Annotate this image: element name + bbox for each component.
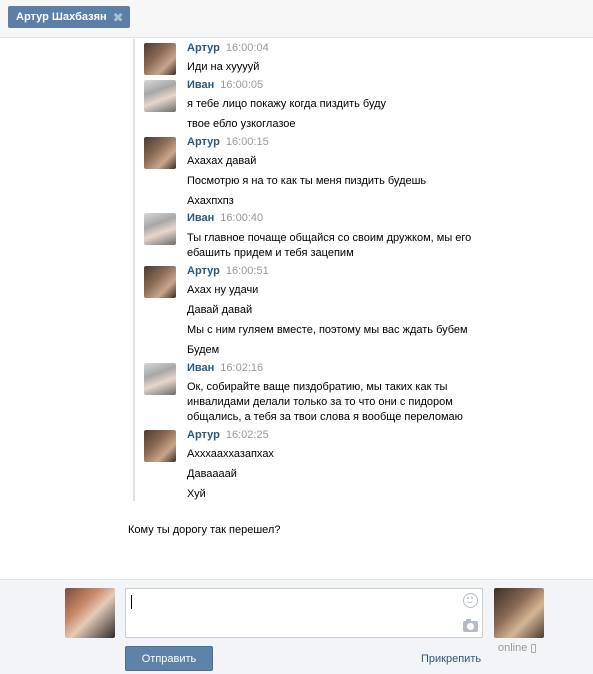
message-text: Мы с ним гуляем вместе, поэтому мы вас ж…	[187, 324, 468, 336]
mobile-phone-icon	[531, 643, 537, 653]
message-text: Ахахпхпз	[187, 195, 234, 207]
pending-message: Кому ты дорогу так перешел?	[128, 524, 281, 536]
avatar[interactable]	[144, 266, 176, 298]
message-text: Будем	[187, 344, 220, 356]
message-time: 16:00:40	[220, 212, 264, 224]
chat-tab-title: Артур Шахбазян	[16, 11, 107, 23]
message-author[interactable]: Иван	[187, 212, 214, 224]
message-time: 16:00:15	[225, 136, 269, 148]
message-text: Ты главное почаще общайся со своим дружк…	[187, 232, 472, 244]
message-text: Посмотрю я на то как ты меня пиздить буд…	[187, 175, 427, 187]
message-author[interactable]: Артур	[187, 42, 220, 54]
avatar[interactable]	[144, 430, 176, 462]
message-text: Иди на хууууй	[187, 61, 260, 73]
message-text: инвалидами делали только за то что они с…	[187, 396, 453, 408]
message-text: Ахахах давай	[187, 155, 257, 167]
thread-line	[133, 39, 135, 501]
online-status: online	[498, 642, 537, 654]
close-icon[interactable]: ✖	[113, 11, 124, 24]
avatar[interactable]	[144, 363, 176, 395]
avatar[interactable]	[144, 213, 176, 245]
chat-tab[interactable]: Артур Шахбазян ✖	[8, 6, 130, 28]
message-text: Даваааай	[187, 468, 237, 480]
message-author[interactable]: Артур	[187, 265, 220, 277]
message-author[interactable]: Артур	[187, 429, 220, 441]
message-time: 16:00:04	[225, 42, 269, 54]
peer-avatar[interactable]	[494, 588, 544, 638]
message-text: Ок, собирайте ваще пиздобратию, мы таких…	[187, 381, 448, 393]
avatar[interactable]	[144, 43, 176, 75]
camera-icon[interactable]	[463, 619, 478, 632]
message-text: Давай давай	[187, 304, 253, 316]
message-text: ебашить придем и тебя зацепим	[187, 247, 354, 259]
message-time: 16:02:16	[220, 362, 264, 374]
online-label: online	[498, 642, 528, 654]
attach-link[interactable]: Прикрепить	[421, 653, 481, 665]
text-caret	[131, 595, 132, 609]
send-button[interactable]: Отправить	[125, 646, 213, 671]
message-author[interactable]: Иван	[187, 362, 214, 374]
message-text: общались, а тебя за твои слова я вообще …	[187, 411, 463, 423]
message-text: Хуй	[187, 488, 206, 500]
smile-icon[interactable]	[463, 593, 478, 608]
avatar[interactable]	[144, 80, 176, 112]
message-time: 16:02:25	[225, 429, 269, 441]
message-text: твое ебло узкоглазое	[187, 118, 296, 130]
composer: Отправить Прикрепить online	[0, 579, 593, 674]
message-author[interactable]: Иван	[187, 79, 214, 91]
message-text: я тебе лицо покажу когда пиздить буду	[187, 98, 387, 110]
message-time: 16:00:05	[220, 79, 264, 91]
avatar[interactable]	[144, 137, 176, 169]
my-avatar[interactable]	[65, 588, 115, 638]
message-text: Ахах ну удачи	[187, 284, 259, 296]
message-author[interactable]: Артур	[187, 136, 220, 148]
message-time: 16:00:51	[225, 265, 269, 277]
message-text: Ахххаахха­запхах	[187, 448, 274, 460]
message-input[interactable]	[125, 588, 483, 638]
chat-tab-bar: Артур Шахбазян ✖	[0, 0, 593, 38]
